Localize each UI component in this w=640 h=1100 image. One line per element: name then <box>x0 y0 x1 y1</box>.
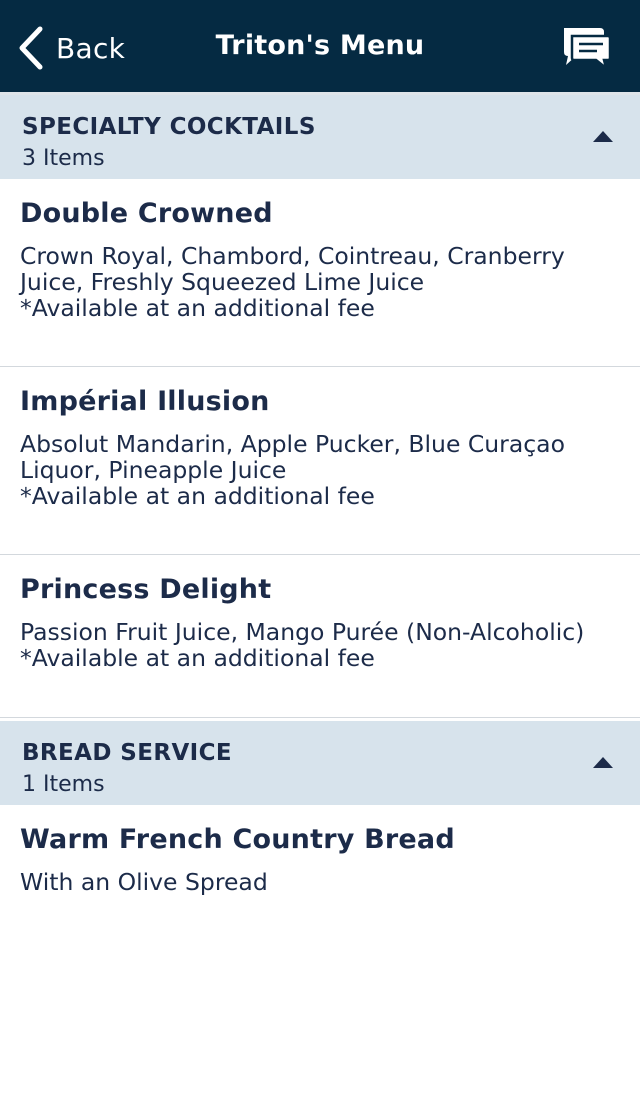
menu-item-description: Crown Royal, Chambord, Cointreau, Cranbe… <box>20 243 620 321</box>
menu-item-name: Double Crowned <box>20 198 273 229</box>
menu-item-description: Passion Fruit Juice, Mango Purée (Non-Al… <box>20 619 620 671</box>
section-title: SPECIALTY COCKTAILS <box>22 114 316 140</box>
menu-item-description-line: Liquor, Pineapple Juice <box>20 456 287 484</box>
menu-item-description: Absolut Mandarin, Apple Pucker, Blue Cur… <box>20 431 620 509</box>
menu-item-description-line: With an Olive Spread <box>20 868 268 896</box>
collapse-caret-icon <box>593 757 613 768</box>
menu-item-description-line: Passion Fruit Juice, Mango Purée (Non-Al… <box>20 618 585 646</box>
navigation-bar: Back Triton's Menu <box>0 0 640 95</box>
menu-item-name: Princess Delight <box>20 574 272 605</box>
menu-item-name: Impérial Illusion <box>20 386 270 417</box>
menu-item-description-line: Absolut Mandarin, Apple Pucker, Blue Cur… <box>20 430 565 458</box>
menu-item-description-line: Juice, Freshly Squeezed Lime Juice <box>20 268 425 296</box>
menu-item-fee-note: *Available at an additional fee <box>20 294 375 322</box>
menu-item: Princess Delight Passion Fruit Juice, Ma… <box>0 555 640 718</box>
menu-item: Double Crowned Crown Royal, Chambord, Co… <box>0 179 640 367</box>
section-header-bread-service[interactable]: BREAD SERVICE 1 Items <box>0 721 640 805</box>
section-item-count: 3 Items <box>22 146 105 171</box>
chat-bubble-icon <box>560 24 610 70</box>
menu-item-fee-note: *Available at an additional fee <box>20 482 375 510</box>
menu-item-fee-note: *Available at an additional fee <box>20 644 375 672</box>
menu-item-name: Warm French Country Bread <box>20 824 455 855</box>
section-item-count: 1 Items <box>22 772 105 797</box>
page-title: Triton's Menu <box>215 30 425 61</box>
section-header-specialty-cocktails[interactable]: SPECIALTY COCKTAILS 3 Items <box>0 95 640 179</box>
chat-button[interactable] <box>560 24 610 70</box>
section-title: BREAD SERVICE <box>22 740 232 766</box>
menu-item-description-line: Crown Royal, Chambord, Cointreau, Cranbe… <box>20 242 565 270</box>
menu-item: Warm French Country Bread With an Olive … <box>0 805 640 935</box>
menu-item: Impérial Illusion Absolut Mandarin, Appl… <box>0 367 640 555</box>
collapse-caret-icon <box>593 131 613 142</box>
menu-item-description: With an Olive Spread <box>20 869 620 895</box>
